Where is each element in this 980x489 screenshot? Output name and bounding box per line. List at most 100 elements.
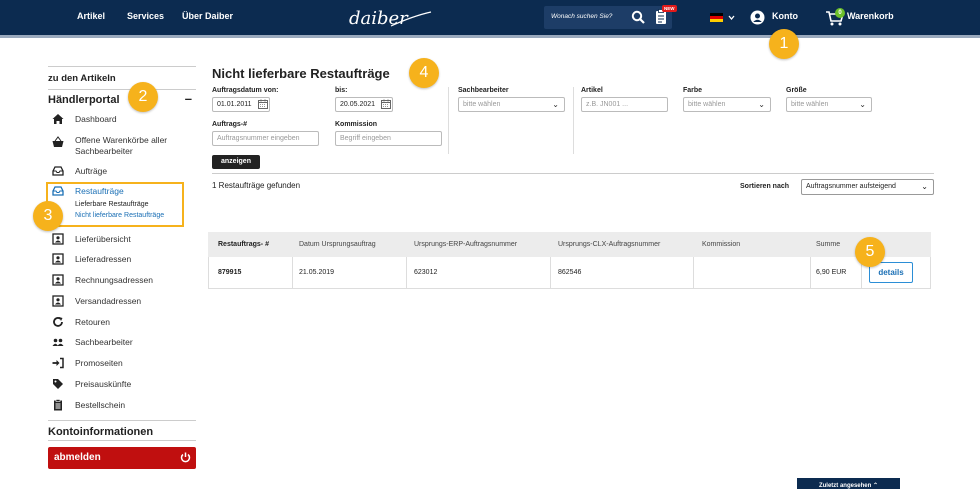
subitem-undeliverable-backorders[interactable]: Nicht lieferbare Restaufträge bbox=[75, 212, 164, 219]
sidebar-item-label: Preisauskünfte bbox=[75, 379, 132, 389]
sort-select-value: Auftragsnummer aufsteigend bbox=[806, 183, 896, 190]
contact-card-icon bbox=[52, 274, 64, 286]
search-field[interactable]: Wonach suchen Sie? bbox=[544, 6, 672, 29]
sidebar-item-backorders[interactable]: Restaufträge bbox=[48, 183, 196, 201]
column-header: Datum Ursprungsauftrag bbox=[299, 241, 376, 248]
chevron-up-icon: ⌃ bbox=[872, 483, 879, 489]
basket-icon bbox=[52, 136, 64, 147]
chevron-down-icon: ⌄ bbox=[859, 100, 866, 109]
sidebar-item-label: Bestellschein bbox=[75, 400, 126, 410]
marker-1: 1 bbox=[769, 29, 799, 59]
column-header: Ursprungs-ERP-Auftragsnummer bbox=[414, 241, 518, 248]
cell-divider bbox=[693, 257, 694, 288]
sort-label: Sortieren nach bbox=[740, 183, 790, 190]
article-input[interactable]: z.B. JN001 ... bbox=[581, 97, 668, 112]
nav-ueber-daiber[interactable]: Über Daiber bbox=[182, 11, 233, 21]
calendar-icon[interactable] bbox=[258, 99, 268, 109]
sort-select[interactable]: Auftragsnummer aufsteigend ⌄ bbox=[801, 179, 934, 195]
nav-services[interactable]: Services bbox=[127, 11, 164, 21]
users-icon bbox=[52, 338, 64, 346]
cell-order-number: 879915 bbox=[218, 269, 242, 276]
commission-label: Kommission bbox=[335, 121, 378, 128]
logout-button[interactable]: abmelden bbox=[48, 447, 196, 469]
search-placeholder: Wonach suchen Sie? bbox=[551, 13, 613, 20]
nav-artikel[interactable]: Artikel bbox=[77, 11, 105, 21]
sidebar-item-price-info[interactable]: Preisauskünfte bbox=[48, 376, 196, 394]
sidebar-item-delivery-overview[interactable]: Lieferübersicht bbox=[48, 231, 196, 249]
marker-3: 3 bbox=[33, 201, 63, 231]
size-select-value: bitte wählen bbox=[791, 101, 829, 108]
sidebar-item-returns[interactable]: Retouren bbox=[48, 314, 196, 332]
subitem-deliverable-backorders[interactable]: Lieferbare Restaufträge bbox=[75, 201, 149, 208]
back-to-articles-link[interactable]: zu den Artikeln bbox=[48, 67, 196, 89]
header-underline bbox=[0, 35, 980, 38]
color-select[interactable]: bitte wählen ⌄ bbox=[683, 97, 771, 112]
page-title: Nicht lieferbare Restaufträge bbox=[212, 66, 390, 81]
cell-divider bbox=[550, 257, 551, 288]
recently-viewed-tab[interactable]: Zuletzt angesehen ⌃ bbox=[797, 478, 900, 489]
sidebar-item-order-form[interactable]: Bestellschein bbox=[48, 397, 196, 415]
recently-viewed-label: Zuletzt angesehen bbox=[818, 483, 872, 489]
marker-2: 2 bbox=[128, 82, 158, 112]
sidebar: zu den Artikeln Händlerportal – bbox=[48, 66, 196, 108]
size-select[interactable]: bitte wählen ⌄ bbox=[786, 97, 872, 112]
chevron-down-icon: ⌄ bbox=[552, 100, 559, 109]
sidebar-item-label: Retouren bbox=[75, 317, 110, 327]
cell-erp-number: 623012 bbox=[414, 269, 438, 276]
color-select-value: bitte wählen bbox=[688, 101, 726, 108]
sidebar-item-label: Versandadressen bbox=[75, 296, 142, 306]
column-header: Ursprungs-CLX-Auftragsnummer bbox=[558, 241, 661, 248]
sidebar-item-billing-addresses[interactable]: Rechnungsadressen bbox=[48, 272, 196, 290]
cell-sum: 6,90 EUR bbox=[816, 269, 847, 276]
sidebar-item-label: Sachbearbeiter bbox=[75, 337, 133, 347]
marker-4: 4 bbox=[409, 58, 439, 88]
order-number-input[interactable]: Auftragsnummer eingeben bbox=[212, 131, 319, 146]
cell-clx-number: 862546 bbox=[558, 269, 582, 276]
account-link[interactable]: Konto bbox=[772, 11, 798, 21]
filter-separator bbox=[212, 173, 934, 174]
home-icon bbox=[52, 114, 64, 124]
sidebar-item-label: Dashboard bbox=[75, 114, 117, 124]
sidebar-item-label: Rechnungsadressen bbox=[75, 275, 153, 285]
order-number-label: Auftrags-# bbox=[212, 121, 248, 128]
german-flag-icon[interactable] bbox=[710, 13, 723, 22]
inbox-icon bbox=[52, 186, 64, 196]
sidebar-item-label: Aufträge bbox=[75, 166, 108, 176]
clerk-select-value: bitte wählen bbox=[463, 101, 501, 108]
sidebar-item-orders[interactable]: Aufträge bbox=[48, 163, 196, 181]
new-badge: NEW bbox=[662, 5, 677, 12]
clipboard-icon bbox=[54, 399, 62, 411]
sidebar-item-promo-pages[interactable]: Promoseiten bbox=[48, 355, 196, 373]
column-header: Summe bbox=[816, 241, 841, 248]
sidebar-item-label: Lieferübersicht bbox=[75, 234, 131, 244]
daiber-logo[interactable]: daiber bbox=[343, 4, 433, 32]
sidebar-item-label: Lieferadressen bbox=[75, 254, 132, 264]
collapse-icon[interactable]: – bbox=[185, 91, 192, 106]
show-button[interactable]: anzeigen bbox=[212, 155, 260, 169]
size-label: Größe bbox=[786, 87, 807, 94]
cell-divider bbox=[406, 257, 407, 288]
clerk-label: Sachbearbeiter bbox=[458, 87, 509, 94]
search-icon[interactable] bbox=[631, 10, 645, 24]
cart-link[interactable]: Warenkorb bbox=[847, 11, 894, 21]
sidebar-item-label: Offene Warenkörbe aller Sachbearbeiter bbox=[75, 135, 168, 156]
cart-count-badge: 0 bbox=[835, 8, 845, 18]
sidebar-item-open-baskets[interactable]: Offene Warenkörbe aller Sachbearbeiter bbox=[48, 132, 196, 156]
sidebar-item-delivery-addresses[interactable]: Lieferadressen bbox=[48, 251, 196, 269]
portal-section-title: Händlerportal bbox=[48, 94, 120, 106]
date-to-label: bis: bbox=[335, 87, 348, 94]
clerk-select[interactable]: bitte wählen ⌄ bbox=[458, 97, 565, 112]
filter-divider bbox=[573, 87, 574, 154]
commission-input[interactable]: Begriff eingeben bbox=[335, 131, 442, 146]
cell-divider bbox=[810, 257, 811, 288]
sidebar-divider bbox=[48, 440, 196, 441]
sign-in-icon bbox=[52, 357, 64, 369]
portal-section-header[interactable]: Händlerportal – bbox=[48, 90, 196, 108]
calendar-icon[interactable] bbox=[381, 99, 391, 109]
sidebar-item-dashboard[interactable]: Dashboard bbox=[48, 111, 196, 129]
sidebar-item-clerks[interactable]: Sachbearbeiter bbox=[48, 334, 196, 352]
user-icon[interactable] bbox=[750, 10, 765, 25]
account-info-title[interactable]: Kontoinformationen bbox=[48, 426, 153, 438]
chevron-down-icon[interactable] bbox=[728, 15, 735, 20]
sidebar-item-shipping-addresses[interactable]: Versandadressen bbox=[48, 293, 196, 311]
